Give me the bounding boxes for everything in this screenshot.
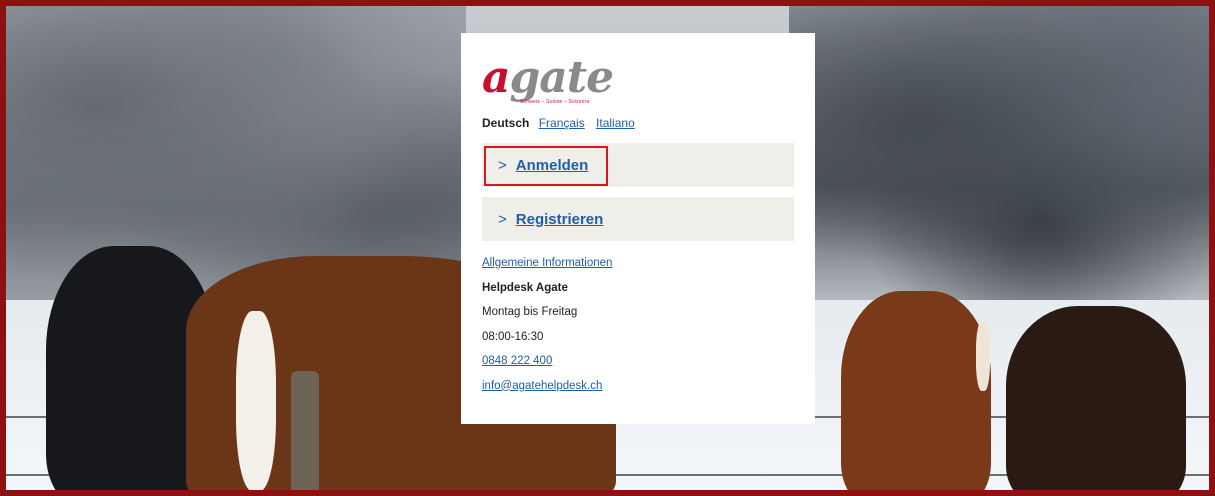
logo-word: gate	[509, 52, 615, 103]
chestnut-horse-right	[841, 291, 991, 490]
register-button[interactable]: > Registrieren	[482, 197, 794, 241]
helpdesk-email-link[interactable]: info@agatehelpdesk.ch	[482, 380, 602, 392]
login-highlight-box	[484, 146, 608, 186]
snowy-forest-right	[789, 6, 1209, 306]
helpdesk-title: Helpdesk Agate	[482, 281, 568, 294]
chevron-right-icon: >	[498, 210, 507, 228]
screenshot-frame: agate Schweiz – Suisse – Svizzera Deutsc…	[0, 0, 1215, 496]
helpdesk-info: Allgemeine Informationen Helpdesk Agate …	[482, 255, 794, 402]
agate-logo: agate Schweiz – Suisse – Svizzera	[482, 55, 794, 113]
helpdesk-phone-link[interactable]: 0848 222 400	[482, 355, 552, 367]
logo-letter-a: a	[482, 52, 510, 103]
language-current: Deutsch	[482, 116, 530, 130]
horse-blaze	[976, 321, 990, 391]
helpdesk-days: Montag bis Freitag	[482, 306, 578, 318]
language-link-italiano[interactable]: Italiano	[596, 116, 635, 130]
register-label: Registrieren	[515, 210, 604, 228]
login-card: agate Schweiz – Suisse – Svizzera Deutsc…	[461, 33, 815, 424]
language-switcher: Deutsch Français Italiano	[482, 116, 794, 130]
helpdesk-hours: 08:00-16:30	[482, 330, 544, 343]
dark-horse-right	[1006, 306, 1186, 490]
horse-blaze	[236, 311, 276, 490]
fence-post	[291, 371, 319, 490]
logo-tagline: Schweiz – Suisse – Svizzera	[520, 99, 590, 105]
language-link-francais[interactable]: Français	[539, 116, 585, 130]
general-info-link[interactable]: Allgemeine Informationen	[482, 257, 612, 269]
